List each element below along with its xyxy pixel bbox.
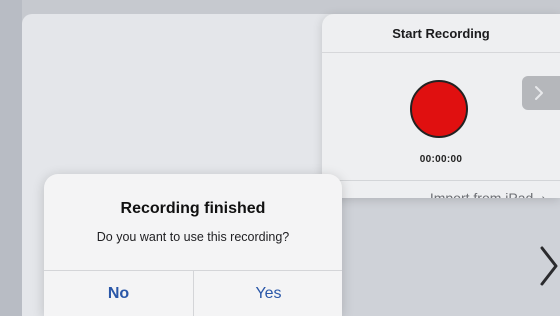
import-label: Import from iPad: [429, 190, 534, 198]
import-from-ipad-button[interactable]: Import from iPad ›: [322, 180, 560, 198]
recording-popover: Start Recording 00:00:00 Import from iPa…: [322, 14, 560, 198]
background-edge: [0, 0, 22, 316]
popover-title: Start Recording: [322, 14, 560, 53]
no-button[interactable]: No: [44, 271, 193, 316]
record-button[interactable]: [410, 80, 468, 138]
yes-button[interactable]: Yes: [194, 271, 342, 316]
alert-message: Do you want to use this recording?: [96, 230, 290, 244]
background-panel: [342, 196, 560, 316]
recording-timer: 00:00:00: [419, 154, 463, 165]
chevron-right-icon: [535, 86, 543, 100]
chevron-right-icon[interactable]: [534, 244, 560, 288]
side-arrow-button[interactable]: [522, 76, 560, 110]
recording-finished-alert: Recording finished Do you want to use th…: [44, 174, 342, 316]
chevron-right-icon: ›: [541, 190, 546, 198]
alert-title: Recording finished: [120, 200, 266, 217]
